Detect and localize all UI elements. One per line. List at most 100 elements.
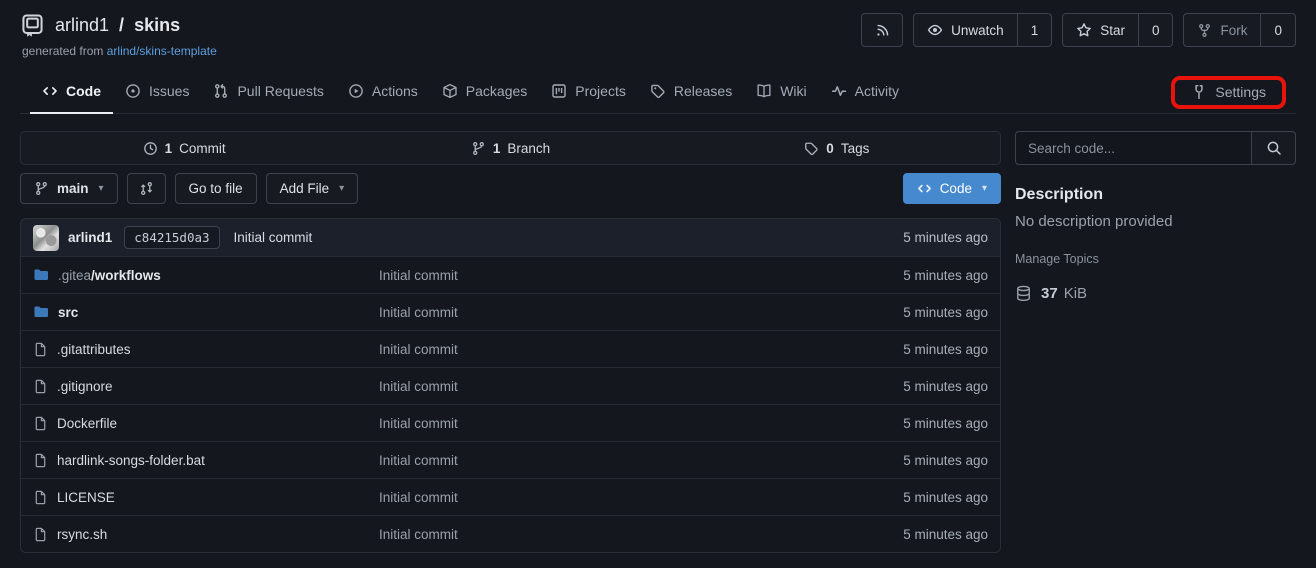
tags-label: Tags xyxy=(841,141,870,156)
repo-owner-link[interactable]: arlind1 xyxy=(55,15,109,36)
tools-icon xyxy=(1191,84,1207,100)
add-file-label: Add File xyxy=(280,181,330,196)
tab-actions[interactable]: Actions xyxy=(336,70,430,114)
table-row[interactable]: .gitattributes Initial commit 5 minutes … xyxy=(21,330,1000,367)
row-commit-message[interactable]: Initial commit xyxy=(379,305,903,320)
search-input[interactable] xyxy=(1015,131,1252,165)
commit-hash-link[interactable]: c84215d0a3 xyxy=(124,226,219,249)
generated-from-label: generated from xyxy=(22,44,103,58)
commit-message-link[interactable]: Initial commit xyxy=(234,230,313,245)
table-row[interactable]: rsync.sh Initial commit 5 minutes ago xyxy=(21,515,1000,552)
branch-selector[interactable]: main ▾ xyxy=(20,173,118,204)
path-main: rsync.sh xyxy=(57,527,107,542)
fork-button[interactable]: Fork xyxy=(1184,14,1260,46)
avatar[interactable] xyxy=(33,225,59,251)
tab-settings-label: Settings xyxy=(1215,84,1266,100)
row-commit-message[interactable]: Initial commit xyxy=(379,268,903,283)
row-commit-message[interactable]: Initial commit xyxy=(379,379,903,394)
table-row[interactable]: hardlink-songs-folder.bat Initial commit… xyxy=(21,441,1000,478)
file-name-link[interactable]: Dockerfile xyxy=(57,416,117,431)
row-time: 5 minutes ago xyxy=(903,527,988,542)
tab-projects[interactable]: Projects xyxy=(539,70,638,114)
folder-icon xyxy=(33,304,49,320)
manage-topics-link[interactable]: Manage Topics xyxy=(1015,252,1099,266)
play-circle-icon xyxy=(348,83,364,99)
row-commit-message[interactable]: Initial commit xyxy=(379,490,903,505)
description-heading: Description xyxy=(1015,186,1296,204)
tags-stat[interactable]: 0 Tags xyxy=(674,132,1000,164)
row-commit-message[interactable]: Initial commit xyxy=(379,342,903,357)
tab-activity[interactable]: Activity xyxy=(819,70,911,114)
watchers-count[interactable]: 1 xyxy=(1017,14,1052,46)
repo-title-separator: / xyxy=(119,15,124,36)
row-commit-message[interactable]: Initial commit xyxy=(379,527,903,542)
file-name-link[interactable]: src xyxy=(58,305,78,320)
tab-actions-label: Actions xyxy=(372,83,418,99)
add-file-button[interactable]: Add File ▾ xyxy=(266,173,359,204)
table-row[interactable]: .gitea/workflows Initial commit 5 minute… xyxy=(21,256,1000,293)
tab-pull-requests-label: Pull Requests xyxy=(237,83,323,99)
book-open-icon xyxy=(756,83,772,99)
tab-settings[interactable]: Settings xyxy=(1179,84,1278,102)
repo-sidebar: Description No description provided Mana… xyxy=(1015,131,1296,302)
forks-count[interactable]: 0 xyxy=(1260,14,1295,46)
tab-wiki[interactable]: Wiki xyxy=(744,70,818,114)
commit-time: 5 minutes ago xyxy=(903,230,988,245)
go-to-file-label: Go to file xyxy=(189,181,243,196)
path-main: .gitattributes xyxy=(57,342,131,357)
stars-count[interactable]: 0 xyxy=(1138,14,1173,46)
file-name-link[interactable]: .gitea/workflows xyxy=(58,268,161,283)
rss-button[interactable] xyxy=(861,13,903,47)
branches-stat[interactable]: 1 Branch xyxy=(347,132,673,164)
search-button[interactable] xyxy=(1252,131,1296,165)
row-commit-message[interactable]: Initial commit xyxy=(379,453,903,468)
file-name-link[interactable]: .gitignore xyxy=(57,379,113,394)
current-branch-label: main xyxy=(57,181,89,196)
fork-button-group: Fork 0 xyxy=(1183,13,1296,47)
tab-code[interactable]: Code xyxy=(30,70,113,114)
fork-label: Fork xyxy=(1220,23,1247,38)
file-name-link[interactable]: hardlink-songs-folder.bat xyxy=(57,453,205,468)
pulse-icon xyxy=(831,83,847,99)
branch-icon xyxy=(471,141,486,156)
row-commit-message[interactable]: Initial commit xyxy=(379,416,903,431)
go-to-file-button[interactable]: Go to file xyxy=(175,173,257,204)
git-compare-icon xyxy=(139,181,154,196)
file-name-link[interactable]: .gitattributes xyxy=(57,342,131,357)
code-download-button[interactable]: Code ▾ xyxy=(903,173,1001,204)
table-row[interactable]: Dockerfile Initial commit 5 minutes ago xyxy=(21,404,1000,441)
commits-count: 1 xyxy=(165,141,173,156)
file-name-link[interactable]: rsync.sh xyxy=(57,527,107,542)
file-icon xyxy=(33,379,48,394)
repo-tab-bar: Code Issues Pull Requests xyxy=(20,70,1296,114)
pull-request-icon xyxy=(213,83,229,99)
table-row[interactable]: src Initial commit 5 minutes ago xyxy=(21,293,1000,330)
commits-stat[interactable]: 1 Commit xyxy=(21,132,347,164)
star-button[interactable]: Star xyxy=(1063,14,1138,46)
table-row[interactable]: LICENSE Initial commit 5 minutes ago xyxy=(21,478,1000,515)
generated-from-note: generated from arlind/skins-template xyxy=(22,44,217,58)
repo-name-link[interactable]: skins xyxy=(134,15,180,36)
tab-issues[interactable]: Issues xyxy=(113,70,201,114)
unwatch-button[interactable]: Unwatch xyxy=(914,14,1017,46)
table-row[interactable]: .gitignore Initial commit 5 minutes ago xyxy=(21,367,1000,404)
star-button-group: Star 0 xyxy=(1062,13,1173,47)
star-label: Star xyxy=(1100,23,1125,38)
file-icon xyxy=(33,342,48,357)
row-time: 5 minutes ago xyxy=(903,379,988,394)
repo-stats-bar: 1 Commit 1 Branch xyxy=(20,131,1001,165)
compare-button[interactable] xyxy=(127,173,166,204)
commit-author-link[interactable]: arlind1 xyxy=(68,230,112,245)
repo-action-buttons: Unwatch 1 Star 0 xyxy=(861,13,1296,47)
tab-packages[interactable]: Packages xyxy=(430,70,539,114)
tab-projects-label: Projects xyxy=(575,83,626,99)
template-repo-link[interactable]: arlind/skins-template xyxy=(107,44,217,58)
repo-page: arlind1 / skins generated from arlind/sk… xyxy=(0,0,1316,553)
row-time: 5 minutes ago xyxy=(903,453,988,468)
tab-releases[interactable]: Releases xyxy=(638,70,744,114)
file-name-link[interactable]: LICENSE xyxy=(57,490,115,505)
file-table: arlind1 c84215d0a3 Initial commit 5 minu… xyxy=(20,218,1001,553)
file-icon xyxy=(33,527,48,542)
tab-pull-requests[interactable]: Pull Requests xyxy=(201,70,335,114)
tab-activity-label: Activity xyxy=(855,83,899,99)
